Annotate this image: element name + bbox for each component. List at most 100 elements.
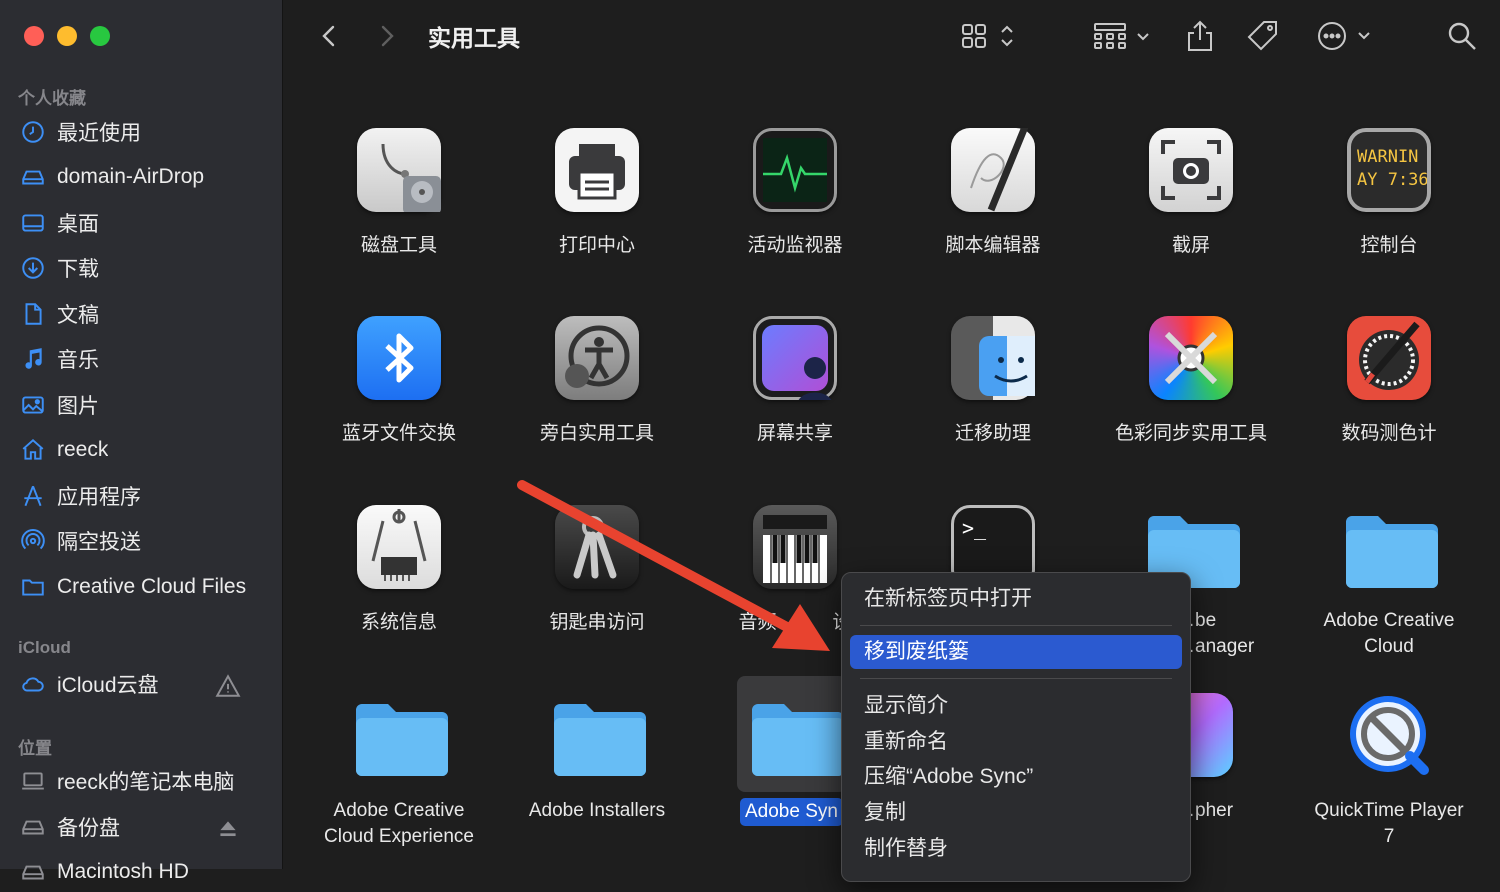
screen-sharing-icon — [762, 325, 832, 400]
item-keychain-access[interactable]: 钥匙串访问 — [502, 502, 692, 636]
close-window-button[interactable] — [24, 26, 44, 46]
item-system-information[interactable]: 系统信息 — [304, 502, 494, 636]
sidebar-item-creative-cloud-files[interactable]: Creative Cloud Files — [20, 567, 262, 607]
tag-button[interactable] — [1246, 18, 1280, 54]
bluetooth-icon — [385, 333, 414, 383]
item-script-editor[interactable]: 脚本编辑器 — [898, 125, 1088, 259]
item-name-line: Cloud Experience — [324, 826, 474, 847]
menu-item-open-in-new-tab[interactable]: 在新标签页中打开 — [850, 582, 1182, 616]
folder-icon — [554, 704, 646, 776]
music-icon — [25, 348, 42, 369]
menu-item-move-to-trash[interactable]: 移到废纸篓 — [850, 635, 1182, 669]
laptop-icon — [22, 772, 44, 790]
menu-item-make-alias[interactable]: 制作替身 — [850, 832, 1182, 866]
sidebar-item-label: reeck的笔记本电脑 — [57, 771, 235, 794]
screenshot-icon — [1161, 140, 1221, 200]
warning-icon[interactable] — [215, 673, 241, 699]
item-console[interactable]: WARNIN AY 7:36 控制台 — [1294, 125, 1484, 259]
sidebar-item-applications[interactable]: 应用程序 — [20, 476, 262, 516]
item-adobe-cc-experience-folder[interactable]: Adobe Creative Cloud Experience — [304, 690, 494, 850]
item-name: 旁白实用工具 — [539, 423, 654, 444]
item-bluetooth-exchange[interactable]: 蓝牙文件交换 — [304, 313, 494, 447]
sidebar-item-macintosh-hd[interactable]: Macintosh HD — [20, 852, 262, 892]
forward-button[interactable] — [376, 18, 398, 54]
sidebar-item-home[interactable]: reeck — [20, 430, 262, 470]
item-name: Adobe Creative Cloud Experience — [304, 798, 494, 850]
sidebar-item-desktop[interactable]: 桌面 — [20, 203, 262, 243]
more-actions-button[interactable] — [1316, 18, 1376, 54]
sidebar-item-airdrop[interactable]: 隔空投送 — [20, 521, 262, 561]
sidebar-item-label: Creative Cloud Files — [57, 575, 247, 598]
menu-separator — [860, 678, 1172, 679]
sidebar-item-pictures[interactable]: 图片 — [20, 385, 262, 425]
menu-item-compress[interactable]: 压缩“Adobe Sync” — [850, 760, 1182, 794]
sidebar-item-documents[interactable]: 文稿 — [20, 294, 262, 334]
search-button[interactable] — [1446, 18, 1478, 54]
item-quicktime-player-7[interactable]: QuickTime Player 7 — [1294, 690, 1484, 850]
item-name-line: Adobe Creative — [333, 800, 465, 821]
eject-icon[interactable] — [215, 816, 241, 842]
item-name-line: QuickTime Player — [1314, 800, 1464, 821]
item-name: Adobe Installers — [528, 800, 666, 821]
airdrop-icon — [21, 529, 45, 550]
item-migration-assistant[interactable]: 迁移助理 — [898, 313, 1088, 447]
window-controls — [24, 26, 110, 46]
sidebar-item-label: 桌面 — [57, 213, 99, 236]
back-button[interactable] — [318, 18, 340, 54]
sidebar-item-downloads[interactable]: 下载 — [20, 248, 262, 288]
item-name-part: 音频 — [738, 612, 777, 633]
colorsync-icon — [1164, 331, 1218, 385]
grid-view-icon — [962, 24, 1013, 48]
sidebar-item-airdrop-drive[interactable]: domain-AirDrop — [20, 157, 262, 197]
home-icon — [22, 438, 44, 460]
drive-icon — [22, 865, 44, 880]
item-adobe-creative-cloud-folder[interactable]: Adobe Creative Cloud — [1294, 502, 1484, 660]
group-icon — [1094, 23, 1149, 49]
item-name-line: Adobe Creative — [1323, 610, 1455, 631]
item-screenshot[interactable]: 截屏 — [1096, 125, 1286, 259]
item-name: Adobe Syn — [740, 798, 843, 826]
clock-icon — [22, 121, 44, 143]
terminal-icon-text: >_ — [962, 516, 987, 540]
item-voiceover-utility[interactable]: 旁白实用工具 — [502, 313, 692, 447]
group-button[interactable] — [1092, 18, 1156, 54]
item-activity-monitor[interactable]: 活动监视器 — [700, 125, 890, 259]
sidebar-item-recents[interactable]: 最近使用 — [20, 112, 262, 152]
minimize-window-button[interactable] — [57, 26, 77, 46]
item-name: 截屏 — [1171, 235, 1210, 256]
folder-icon — [752, 704, 844, 776]
sidebar-item-backup-disk[interactable]: 备份盘 — [20, 807, 262, 847]
item-colorsync-utility[interactable]: 色彩同步实用工具 — [1096, 313, 1286, 447]
zoom-window-button[interactable] — [90, 26, 110, 46]
sidebar-item-icloud-drive[interactable]: iCloud云盘 — [20, 664, 262, 704]
sidebar-item-label: 下载 — [57, 258, 99, 281]
menu-item-rename[interactable]: 重新命名 — [850, 725, 1182, 759]
sidebar-item-laptop[interactable]: reeck的笔记本电脑 — [20, 761, 262, 801]
applications-icon — [24, 485, 42, 507]
audio-midi-icon — [763, 515, 827, 583]
item-disk-utility[interactable]: 磁盘工具 — [304, 125, 494, 259]
view-mode-button[interactable] — [960, 18, 1020, 54]
sidebar-item-label: Macintosh HD — [57, 860, 189, 883]
console-icon: WARNIN AY 7:36 — [1347, 128, 1431, 212]
item-digital-color-meter[interactable]: 数码测色计 — [1294, 313, 1484, 447]
download-icon — [22, 257, 44, 279]
item-name-line: Cloud — [1364, 636, 1414, 657]
menu-item-get-info[interactable]: 显示简介 — [850, 689, 1182, 723]
sidebar-item-music[interactable]: 音乐 — [20, 339, 262, 379]
share-icon — [1188, 20, 1212, 51]
menu-item-duplicate[interactable]: 复制 — [850, 796, 1182, 830]
item-adobe-installers-folder[interactable]: Adobe Installers — [502, 690, 692, 824]
console-icon-text: AY 7:36 — [1357, 170, 1429, 190]
item-print-center[interactable]: 打印中心 — [502, 125, 692, 259]
cloud-icon — [22, 677, 44, 692]
item-name: 磁盘工具 — [360, 235, 437, 256]
item-name: 脚本编辑器 — [945, 235, 1041, 256]
print-center-icon — [569, 144, 625, 200]
migration-assistant-icon — [979, 336, 1035, 396]
item-screen-sharing[interactable]: 屏幕共享 — [700, 313, 890, 447]
favorites-section-title: 个人收藏 — [18, 89, 86, 108]
share-button[interactable] — [1184, 18, 1216, 54]
sidebar-item-label: 应用程序 — [57, 486, 141, 509]
console-icon-text: WARNIN — [1357, 147, 1419, 167]
